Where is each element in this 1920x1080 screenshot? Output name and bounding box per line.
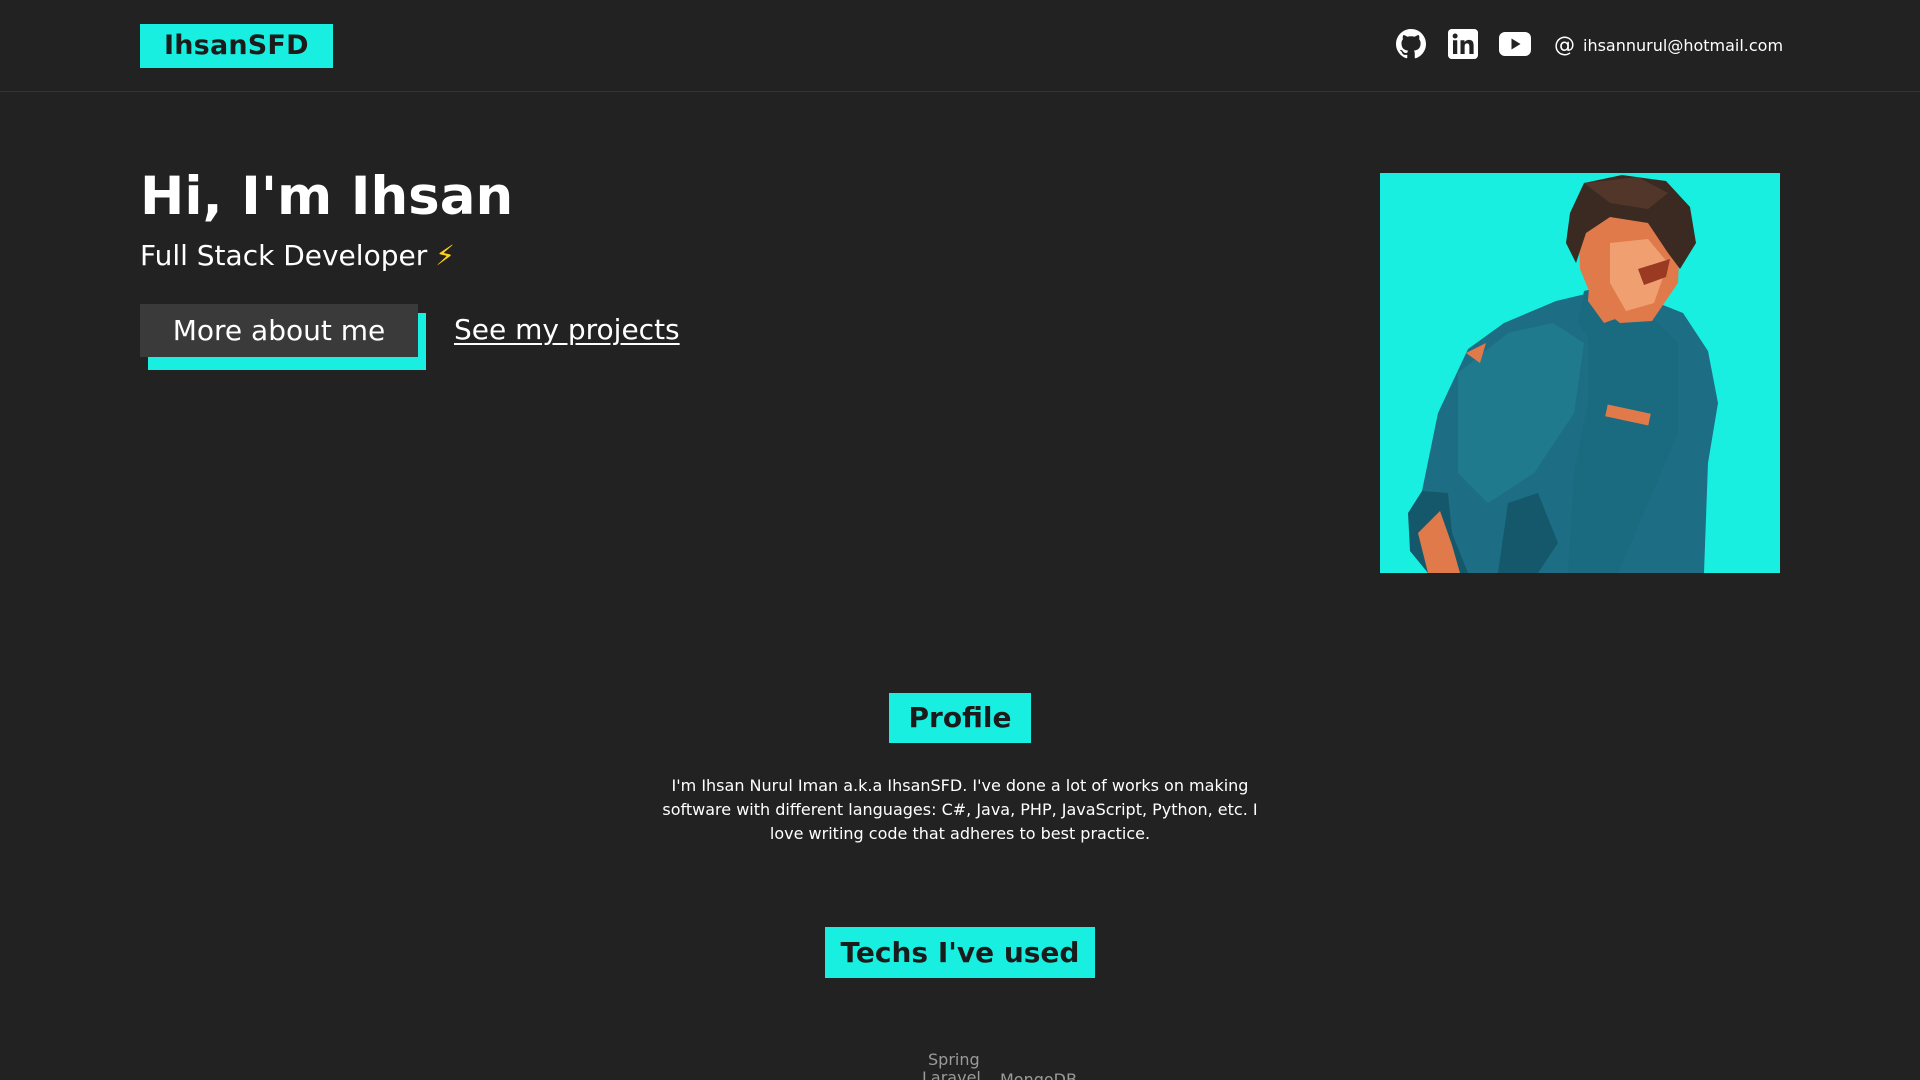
see-projects-link[interactable]: See my projects — [454, 310, 680, 350]
profile-section-badge: Profile — [889, 693, 1031, 743]
at-icon: @ — [1554, 32, 1575, 57]
email-contact[interactable]: @ ihsannurul@hotmail.com — [1554, 30, 1783, 60]
more-about-me-wrapper: More about me — [140, 304, 426, 370]
tech-item-spring: Spring — [928, 1050, 980, 1069]
hero-title: Hi, I'm Ihsan — [140, 166, 514, 227]
lightning-icon: ⚡ — [435, 239, 455, 272]
hero-subtitle: Full Stack Developer ⚡ — [140, 236, 455, 276]
email-address[interactable]: ihsannurul@hotmail.com — [1583, 36, 1783, 55]
linkedin-icon[interactable] — [1447, 28, 1479, 60]
profile-description: I'm Ihsan Nurul Iman a.k.a IhsanSFD. I'v… — [662, 776, 1258, 843]
youtube-icon[interactable] — [1499, 28, 1531, 60]
role-text: Full Stack Developer — [140, 239, 428, 272]
tech-item-laravel: Laravel — [922, 1068, 981, 1080]
profile-portrait — [1380, 173, 1780, 573]
techs-section-badge: Techs I've used — [825, 927, 1095, 978]
more-about-me-button[interactable]: More about me — [140, 304, 418, 357]
github-icon[interactable] — [1395, 28, 1427, 60]
portrait-illustration — [1408, 175, 1718, 573]
tech-item-mongodb: MongoDB — [1000, 1070, 1077, 1080]
site-logo[interactable]: IhsanSFD — [140, 24, 333, 68]
site-header: IhsanSFD @ ihsannurul@hotmail.com — [0, 0, 1920, 92]
